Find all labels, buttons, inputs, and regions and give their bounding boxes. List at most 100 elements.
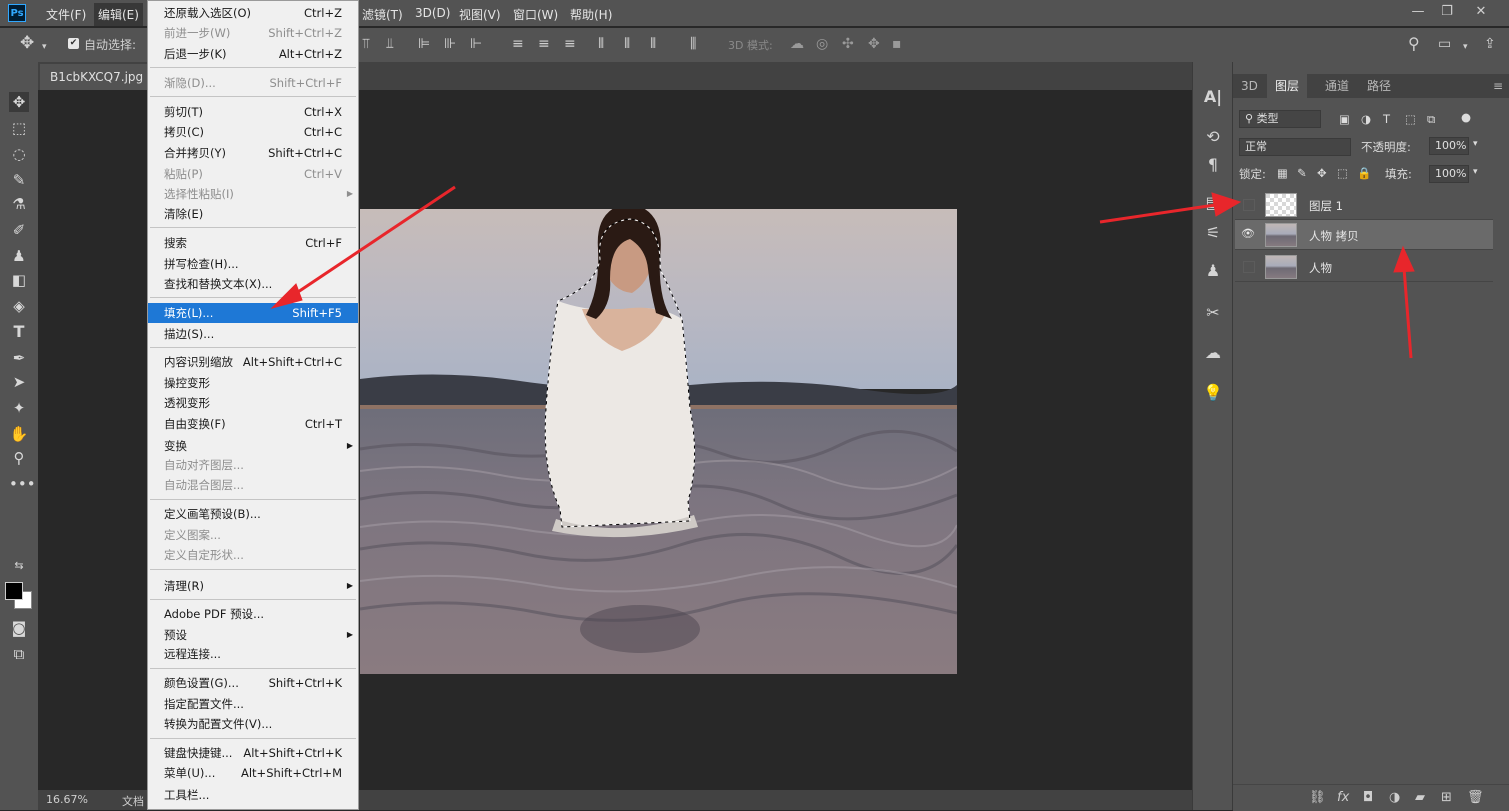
lasso-tool-icon[interactable]: ◌: [9, 144, 29, 164]
menu-item-step-backward[interactable]: 后退一步(K) Alt+Ctrl+Z: [148, 44, 358, 64]
layer-filter-select[interactable]: ⚲ 类型: [1239, 110, 1321, 128]
distribute-right-icon[interactable]: ⦀: [650, 36, 656, 52]
align-hcenter-icon[interactable]: ⊪: [444, 36, 456, 52]
filter-shape-icon[interactable]: ⬚: [1405, 112, 1416, 126]
tab-layers[interactable]: 图层: [1267, 74, 1308, 98]
menu-item-copy[interactable]: 拷贝(C) Ctrl+C: [148, 122, 358, 142]
lock-position-icon[interactable]: ✥: [1317, 166, 1327, 180]
search-icon[interactable]: ⚲: [1408, 36, 1420, 52]
menu-item-paste-special[interactable]: 选择性粘贴(I) ▶: [148, 184, 358, 204]
swap-colors-icon[interactable]: ⇆: [9, 556, 29, 576]
layer-row[interactable]: 人物: [1235, 252, 1493, 282]
libraries-panel-icon[interactable]: ▤: [1203, 192, 1223, 214]
tab-paths[interactable]: 路径: [1359, 74, 1399, 98]
path-select-tool-icon[interactable]: ➤: [9, 372, 29, 392]
menu-item-transform[interactable]: 变换 ▶: [148, 436, 358, 456]
align-right-icon[interactable]: ⊩: [470, 36, 482, 52]
menu-window[interactable]: 窗口(W): [513, 6, 558, 23]
distribute-hcenter-icon[interactable]: ⦀: [624, 36, 630, 52]
marquee-tool-icon[interactable]: ⬚: [9, 118, 29, 138]
menu-item-fade[interactable]: 渐隐(D)... Shift+Ctrl+F: [148, 73, 358, 93]
distribute-top-icon[interactable]: ≡: [512, 36, 524, 52]
close-icon[interactable]: ✕: [1468, 3, 1494, 21]
menu-item-remote-connections[interactable]: 远程连接...: [148, 644, 358, 664]
menu-item-fill[interactable]: 填充(L)... Shift+F5: [148, 303, 358, 323]
eye-icon[interactable]: 👁: [1241, 227, 1255, 241]
panel-menu-icon[interactable]: ≡: [1485, 74, 1509, 98]
move-tool-icon[interactable]: ✥: [9, 92, 29, 112]
menu-item-define-shape[interactable]: 定义自定形状...: [148, 545, 358, 565]
fill-input[interactable]: 100%: [1429, 165, 1469, 183]
filter-adjustment-icon[interactable]: ◑: [1361, 112, 1371, 126]
more-tools-icon[interactable]: •••: [9, 474, 36, 494]
layer-style-icon[interactable]: fx: [1337, 790, 1349, 805]
link-layers-icon[interactable]: ⛓: [1309, 790, 1326, 805]
menu-item-free-transform[interactable]: 自由变换(F) Ctrl+T: [148, 414, 358, 434]
tool-presets-panel-icon[interactable]: ✂: [1203, 302, 1223, 324]
menu-item-keyboard-shortcuts[interactable]: 键盘快捷键... Alt+Shift+Ctrl+K: [148, 743, 358, 763]
eraser-tool-icon[interactable]: ◧: [9, 270, 29, 290]
opacity-input[interactable]: 100%: [1429, 137, 1469, 155]
filter-type-icon[interactable]: T: [1383, 112, 1390, 126]
zoom-level[interactable]: 16.67%: [46, 793, 88, 806]
filter-toggle-icon[interactable]: ●: [1461, 110, 1471, 124]
menu-item-auto-align[interactable]: 自动对齐图层...: [148, 455, 358, 475]
pen-tool-icon[interactable]: ✒: [9, 348, 29, 368]
quick-mask-icon[interactable]: ◙: [9, 618, 29, 638]
minimize-icon[interactable]: —: [1405, 3, 1431, 21]
layer-row[interactable]: 👁 人物 拷贝: [1235, 220, 1493, 250]
menu-item-content-aware-scale[interactable]: 内容识别缩放 Alt+Shift+Ctrl+C: [148, 352, 358, 372]
workspace-icon[interactable]: ▭: [1438, 36, 1451, 52]
screen-mode-icon[interactable]: ⧉: [9, 644, 29, 664]
clone-source-panel-icon[interactable]: ♟: [1203, 260, 1223, 282]
3d-orbit-icon[interactable]: ☁: [790, 36, 804, 52]
creative-cloud-icon[interactable]: ☁: [1203, 342, 1223, 364]
add-mask-icon[interactable]: ◘: [1363, 790, 1373, 805]
character-panel-icon[interactable]: A|: [1203, 86, 1223, 108]
menu-item-convert-profile[interactable]: 转换为配置文件(V)...: [148, 714, 358, 734]
distribute-left-icon[interactable]: ⦀: [598, 36, 604, 52]
foreground-color-swatch[interactable]: [5, 582, 23, 600]
menu-item-spell-check[interactable]: 拼写检查(H)...: [148, 254, 358, 274]
chevron-down-icon[interactable]: ▾: [42, 39, 47, 55]
stamp-tool-icon[interactable]: ♟: [9, 246, 29, 266]
lock-all-icon[interactable]: 🔒: [1357, 166, 1371, 180]
share-icon[interactable]: ⇪: [1484, 36, 1496, 52]
learn-panel-icon[interactable]: 💡: [1203, 382, 1223, 404]
filter-image-icon[interactable]: ▣: [1339, 112, 1350, 126]
distribute-vcenter-icon[interactable]: ≡: [538, 36, 550, 52]
menu-item-find-replace[interactable]: 查找和替换文本(X)...: [148, 274, 358, 294]
visibility-toggle[interactable]: [1243, 261, 1255, 273]
menu-item-auto-blend[interactable]: 自动混合图层...: [148, 475, 358, 495]
paragraph-panel-icon[interactable]: ¶: [1203, 154, 1223, 176]
type-tool-icon[interactable]: T: [9, 322, 29, 342]
menu-item-cut[interactable]: 剪切(T) Ctrl+X: [148, 102, 358, 122]
adjustment-layer-icon[interactable]: ◑: [1389, 790, 1400, 805]
trash-icon[interactable]: 🗑: [1467, 790, 1484, 805]
paint-bucket-tool-icon[interactable]: ◈: [9, 296, 29, 316]
align-bottom-icon[interactable]: ⫫: [386, 36, 394, 52]
shape-tool-icon[interactable]: ✦: [9, 398, 29, 418]
align-left-icon[interactable]: ⊫: [418, 36, 430, 52]
chevron-down-icon[interactable]: ▾: [1463, 39, 1468, 55]
menu-view[interactable]: 视图(V): [459, 6, 501, 23]
menu-item-clear[interactable]: 清除(E): [148, 204, 358, 224]
visibility-toggle[interactable]: [1243, 199, 1255, 211]
chevron-down-icon[interactable]: ▾: [1473, 167, 1478, 177]
distribute-bottom-icon[interactable]: ≡: [564, 36, 576, 52]
new-layer-icon[interactable]: ⊞: [1441, 790, 1452, 805]
lock-pixels-icon[interactable]: ✎: [1297, 166, 1307, 180]
hand-tool-icon[interactable]: ✋: [9, 424, 29, 444]
quick-select-tool-icon[interactable]: ✎: [9, 170, 29, 190]
auto-select-checkbox[interactable]: ✔: [68, 38, 79, 49]
menu-item-toolbar[interactable]: 工具栏...: [148, 785, 358, 805]
menu-item-presets[interactable]: 预设 ▶: [148, 625, 358, 645]
tab-channels[interactable]: 通道: [1317, 74, 1357, 98]
3d-slide-icon[interactable]: ✥: [868, 36, 880, 52]
menu-item-menus[interactable]: 菜单(U)... Alt+Shift+Ctrl+M: [148, 763, 358, 783]
group-icon[interactable]: ▰: [1415, 790, 1425, 805]
history-panel-icon[interactable]: ⟲: [1203, 126, 1223, 148]
adjustments-panel-icon[interactable]: ⚟: [1203, 222, 1223, 244]
menu-item-puppet-warp[interactable]: 操控变形: [148, 373, 358, 393]
eyedropper-tool-icon[interactable]: ⚗: [9, 194, 29, 214]
